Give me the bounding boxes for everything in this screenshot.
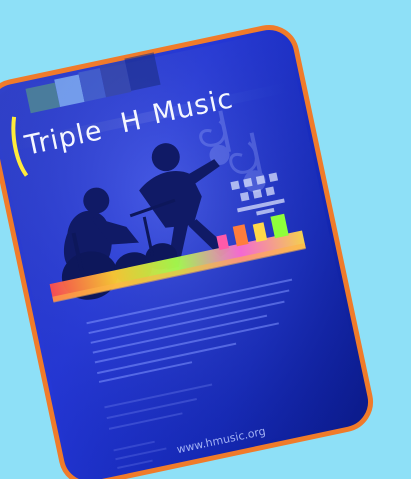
tilted-music-poster: Triple H Music www.hmusic.org: [0, 25, 374, 479]
image-scene: Triple H Music www.hmusic.org: [0, 0, 411, 479]
poster-card: Triple H Music www.hmusic.org: [0, 25, 374, 479]
